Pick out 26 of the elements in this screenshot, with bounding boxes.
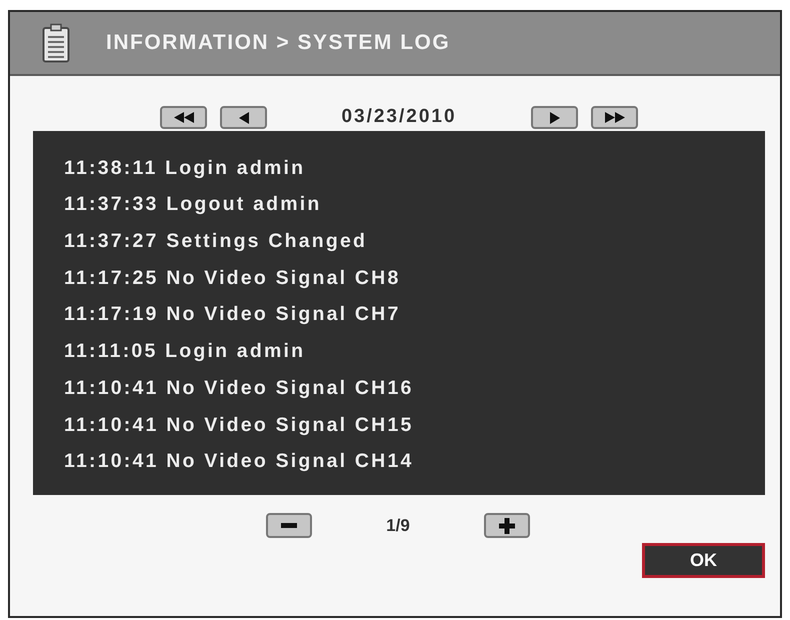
log-entry: 11:10:41 No Video Signal CH15 <box>64 412 414 438</box>
ok-button[interactable]: OK <box>642 543 765 578</box>
log-entry: 11:10:41 No Video Signal CH16 <box>64 376 414 401</box>
log-entry: 11:37:33 Logout admin <box>64 192 322 218</box>
plus-button[interactable] <box>484 513 530 538</box>
minus-icon <box>281 523 297 528</box>
log-entry: 11:37:27 Settings Changed <box>64 229 368 254</box>
page-indicator: 1/9 <box>386 514 410 537</box>
double-right-triangle-icon <box>604 112 624 123</box>
log-entry: 11:10:41 No Video Signal CH14 <box>64 449 414 474</box>
left-triangle-icon <box>238 112 248 124</box>
plus-icon <box>499 518 515 534</box>
minus-button[interactable] <box>266 513 312 538</box>
double-left-triangle-icon <box>174 112 194 123</box>
clipboard-icon <box>42 23 70 63</box>
fast-back-button[interactable] <box>160 106 207 129</box>
right-triangle-icon <box>550 112 560 124</box>
log-entry: 11:17:25 No Video Signal CH8 <box>64 266 401 291</box>
log-entry: 11:38:11 Login admin <box>64 156 306 181</box>
log-date: 03/23/2010 <box>341 105 457 130</box>
back-button[interactable] <box>220 106 267 129</box>
forward-button[interactable] <box>531 106 578 129</box>
log-entry: 11:17:19 No Video Signal CH7 <box>64 302 401 328</box>
fast-forward-button[interactable] <box>591 106 638 129</box>
log-entry: 11:11:05 Login admin <box>64 339 306 364</box>
window-title: INFORMATION > SYSTEM LOG <box>106 30 450 56</box>
